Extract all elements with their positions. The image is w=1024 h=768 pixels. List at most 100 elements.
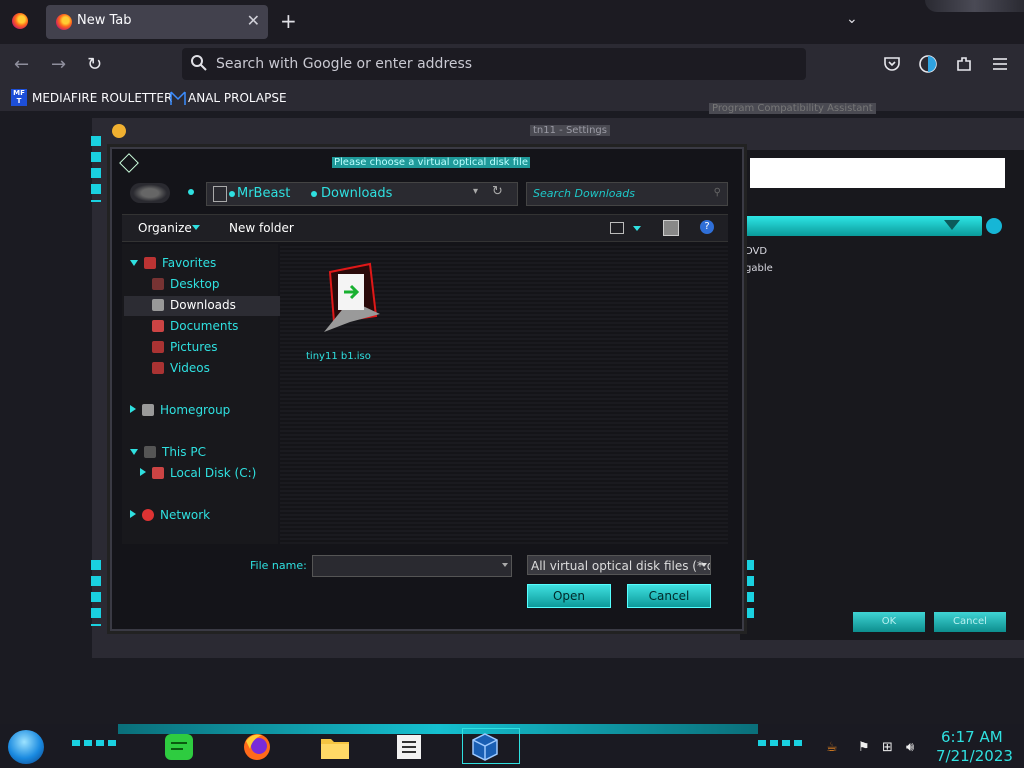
homegroup-icon [142,404,154,416]
decor-lights [72,740,116,746]
taskbar-glow [118,724,758,734]
preview-pane-icon[interactable] [663,220,679,236]
downloads-icon [152,299,164,311]
volume-icon[interactable]: 🔊︎ [906,740,914,755]
tab-new-tab[interactable]: New Tab ✕ [46,5,268,39]
file-name-label: tiny11 b1.iso [306,351,371,362]
chevron-down-icon[interactable] [633,226,641,231]
nav-pictures[interactable]: Pictures [152,340,218,354]
settings-name-field[interactable] [750,158,1005,188]
bookmark-mediafire-rouletter[interactable]: MEDIAFIRE ROULETTER [32,91,172,105]
nav-downloads[interactable]: Downloads [124,296,292,316]
firefox-menu[interactable] [0,0,44,44]
chevron-down-icon [192,225,200,230]
start-button[interactable] [8,730,44,764]
settings-gear-icon [112,124,126,138]
nav-label: Homegroup [160,403,231,417]
breadcrumb-separator [188,189,194,195]
nav-this-pc[interactable]: This PC [130,445,206,459]
nav-favorites[interactable]: Favorites [130,256,216,270]
nav-label: Desktop [170,277,220,291]
nav-label: Videos [170,361,210,375]
open-button[interactable]: Open [527,584,611,608]
organize-button[interactable]: Organize [138,221,192,235]
cancel-button[interactable]: Cancel [627,584,711,608]
chevron-down-icon [701,563,707,567]
tab-list-button[interactable]: ⌄ [846,11,858,27]
user-folder-icon [213,186,227,202]
breadcrumb-downloads[interactable]: Downloads [321,186,392,201]
disk-chooser-icon[interactable] [986,218,1002,234]
background-window-title: tn11 - Settings [530,125,610,136]
notes-icon[interactable] [392,731,426,763]
action-center-flag-icon[interactable]: ⚑ [858,740,870,755]
chevron-down-icon [944,220,960,230]
clock-date[interactable]: 7/21/2023 [936,747,1013,765]
account-icon[interactable] [918,54,938,74]
settings-ok-button[interactable]: OK [853,612,925,632]
decor-lights-right-bottom [744,560,754,620]
extensions-icon[interactable] [954,54,974,74]
expand-icon [140,468,146,476]
nav-documents[interactable]: Documents [152,319,238,333]
documents-icon [152,320,164,332]
mediafire-icon: MF T [11,89,27,106]
settings-cancel-button[interactable]: Cancel [934,612,1006,632]
pocket-icon[interactable] [882,54,902,74]
search-input[interactable]: Search Downloads [533,187,635,200]
new-folder-button[interactable]: New folder [229,221,294,235]
network-icon[interactable]: ⊞ [882,740,893,755]
tab-close-button[interactable]: ✕ [247,11,260,30]
nav-videos[interactable]: Videos [152,361,210,375]
nav-label: Favorites [162,256,217,270]
file-type-select[interactable]: All virtual optical disk files (*.dn [527,555,711,575]
virtualbox-icon[interactable] [468,731,502,763]
forward-button[interactable]: → [51,54,66,75]
hamburger-menu-icon[interactable] [990,54,1010,74]
background-inner-title: Program Compatibility Assistant [709,103,876,114]
chevron-down-icon[interactable] [502,563,508,567]
clock-time[interactable]: 6:17 AM [941,728,1003,746]
chevron-down-icon[interactable]: ▾ [473,186,478,197]
dialog-title: Please choose a virtual optical disk fil… [332,157,530,168]
file-name-input[interactable] [312,555,512,577]
nav-label: Local Disk (C:) [170,466,257,480]
settings-hotpluggable-text: gable [745,263,773,274]
nav-local-disk[interactable]: Local Disk (C:) [140,466,256,480]
firefox-icon[interactable] [240,731,274,763]
nav-network[interactable]: Network [130,508,210,522]
file-list-pane: tiny11 b1.iso [280,244,728,544]
nav-label: Pictures [170,340,218,354]
back-button[interactable]: ← [14,54,29,75]
bookmark-anal-prolapse[interactable]: ANAL PROLAPSE [188,91,287,105]
breadcrumb-separator [311,191,317,197]
file-explorer-icon[interactable] [318,731,352,763]
breadcrumb-user[interactable]: MrBeast [237,186,290,201]
sticky-notes-icon[interactable] [162,731,196,763]
url-bar[interactable]: Search with Google or enter address [182,48,806,80]
nav-homegroup[interactable]: Homegroup [130,403,230,417]
expand-icon [130,449,138,455]
reload-button[interactable]: ↻ [87,54,102,75]
decor-lights [758,740,802,746]
virtualbox-icon [119,153,139,173]
nav-desktop[interactable]: Desktop [152,277,220,291]
window-decoration [925,0,1024,12]
change-view-icon[interactable] [610,222,624,234]
refresh-icon[interactable]: ↻ [492,184,503,199]
bookmark-flag-icon [170,91,186,105]
decor-lights-left-bottom [91,560,101,626]
search-downloads-field[interactable]: Search Downloads ⚲ [526,182,728,206]
new-tab-button[interactable]: + [280,9,297,33]
iso-file-icon [324,262,380,332]
java-icon[interactable]: ☕ [826,740,838,755]
nav-label: Downloads [170,298,236,312]
settings-dvd-text: DVD [745,246,768,257]
tab-title: New Tab [77,13,132,28]
address-row: MrBeast Downloads ▾ ↻ Search Downloads ⚲ [120,181,730,206]
address-bar[interactable]: MrBeast Downloads ▾ ↻ [206,182,518,206]
help-icon[interactable]: ? [700,220,714,234]
url-input[interactable]: Search with Google or enter address [216,56,472,72]
back-forward-orb[interactable] [130,183,170,203]
firefox-icon [12,13,28,29]
